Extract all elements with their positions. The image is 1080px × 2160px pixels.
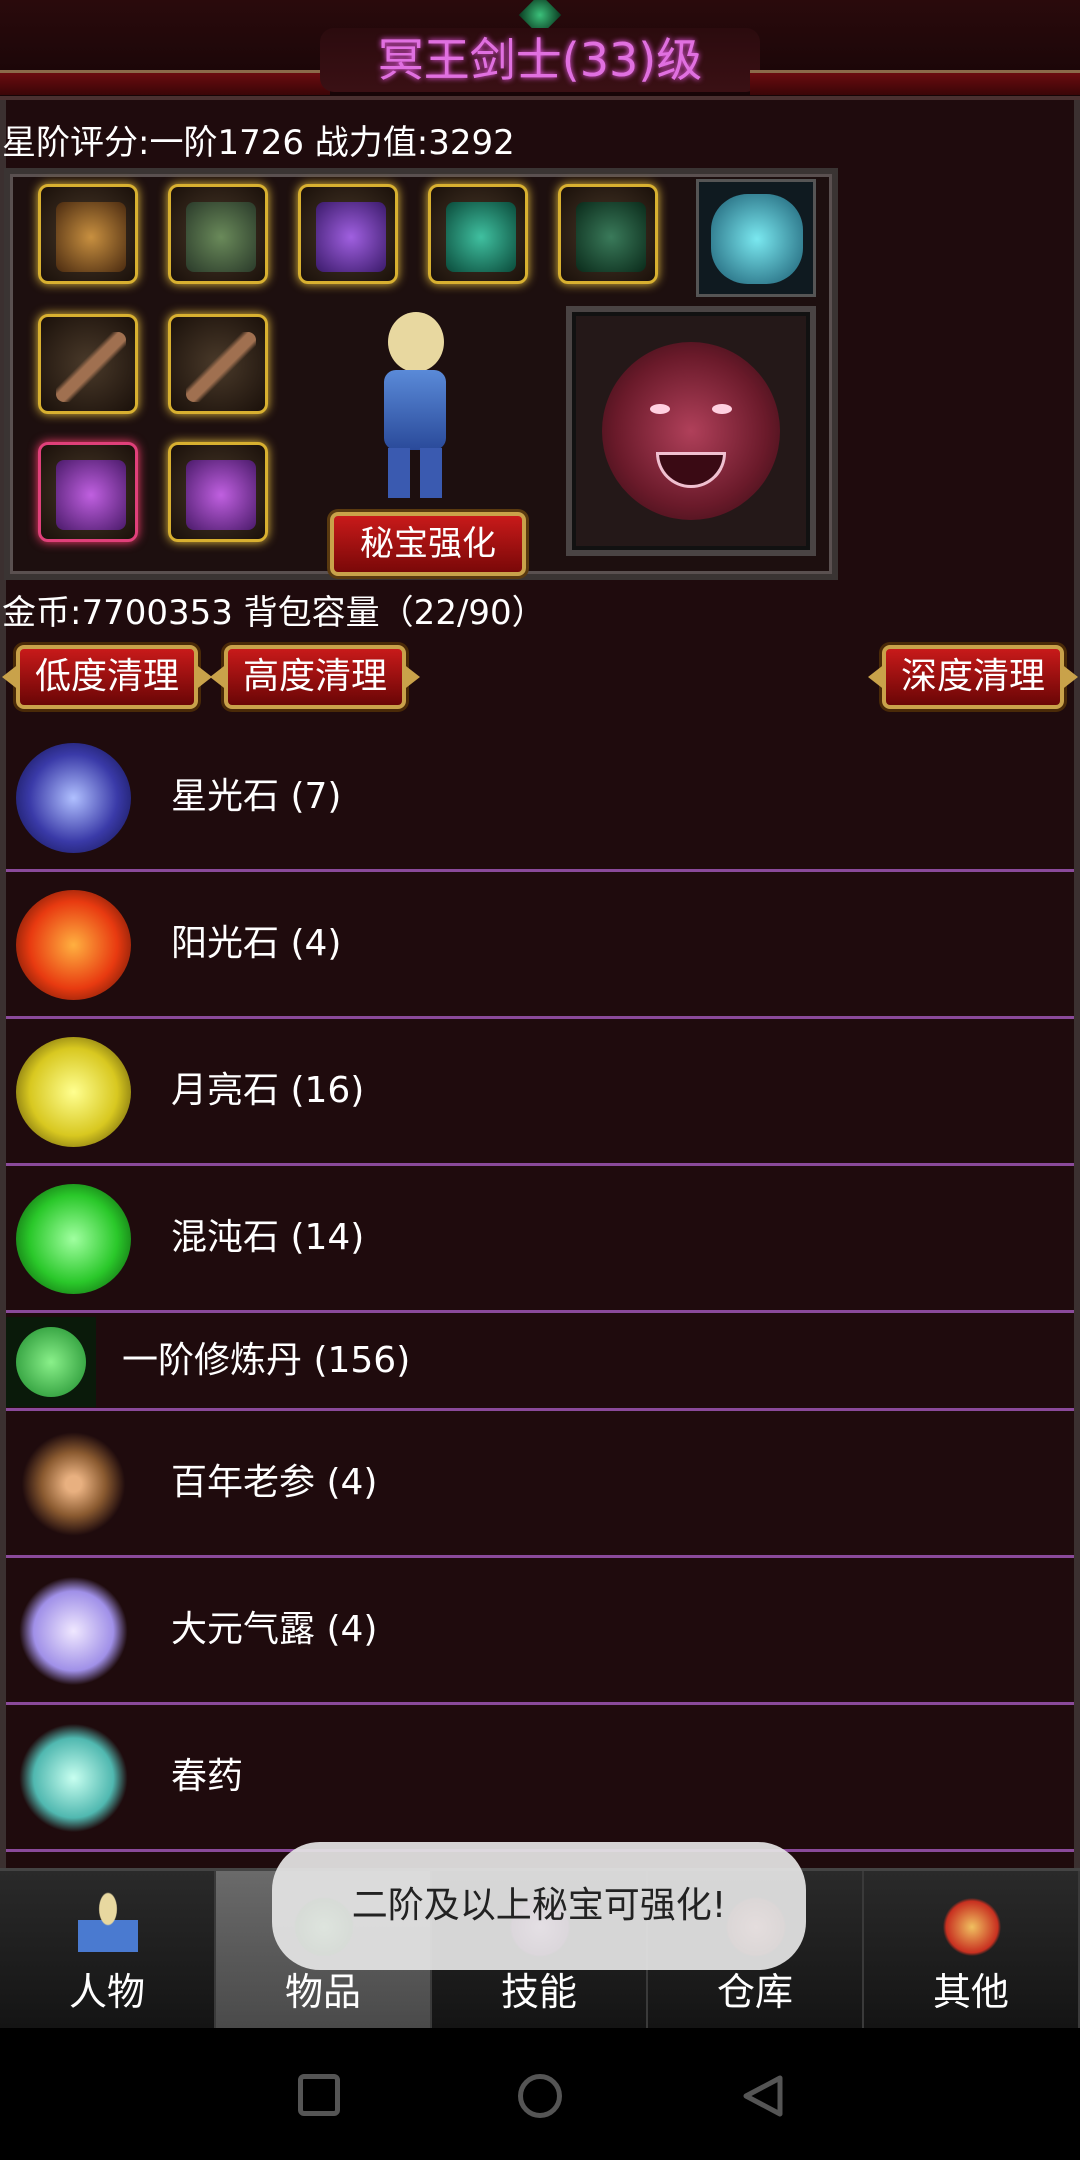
armor-icon xyxy=(186,202,256,272)
home-icon[interactable] xyxy=(518,2074,562,2118)
ginseng-icon xyxy=(16,1429,131,1539)
list-item[interactable]: 大元气露 (4) xyxy=(6,1558,1074,1705)
chaos-stone-icon xyxy=(16,1184,131,1294)
cultivation-pill-icon xyxy=(6,1317,96,1407)
treasure-enhance-button[interactable]: 秘宝强化 xyxy=(330,512,526,576)
sword-icon xyxy=(56,332,126,402)
list-item[interactable]: 百年老参 (4) xyxy=(6,1411,1074,1558)
armor-slot[interactable] xyxy=(168,184,268,284)
tiger-emblem-icon xyxy=(602,342,780,520)
list-item[interactable]: 一阶修炼丹 (156) xyxy=(6,1313,1074,1411)
moon-stone-icon xyxy=(16,1037,131,1147)
starlight-stone-icon xyxy=(16,743,131,853)
list-item[interactable]: 春药 xyxy=(6,1705,1074,1852)
tiger-eye xyxy=(650,404,670,414)
character-tab-icon xyxy=(78,1891,138,1963)
item-label: 混沌石 (14) xyxy=(171,1217,365,1258)
list-item[interactable]: 月亮石 (16) xyxy=(6,1019,1074,1166)
back-icon[interactable] xyxy=(742,2074,784,2118)
tab-other[interactable]: 其他 xyxy=(864,1871,1080,2028)
title-bar: 冥王剑士(33)级 xyxy=(0,0,1080,100)
boots-slot[interactable] xyxy=(558,184,658,284)
amulet-slot[interactable] xyxy=(298,184,398,284)
star-rating-text: 星阶评分:一阶1726 战力值:3292 xyxy=(2,123,515,163)
item-list: 星光石 (7) 阳光石 (4) 月亮石 (16) 混沌石 (14) 一阶修炼丹 … xyxy=(6,725,1074,1868)
weapon-slot-2[interactable] xyxy=(168,314,268,414)
list-item[interactable]: 混沌石 (14) xyxy=(6,1166,1074,1313)
tab-label: 技能 xyxy=(500,1970,577,2014)
toast-message: 二阶及以上秘宝可强化! xyxy=(272,1842,806,1970)
list-item[interactable]: 星光石 (7) xyxy=(6,725,1074,872)
sunlight-stone-icon xyxy=(16,890,131,1000)
low-clean-button[interactable]: 低度清理 xyxy=(16,645,198,709)
cape-slot[interactable] xyxy=(428,184,528,284)
tab-label: 仓库 xyxy=(716,1970,793,2014)
avatar-leg xyxy=(388,448,410,498)
tiger-emblem-frame xyxy=(566,306,816,556)
item-label: 百年老参 (4) xyxy=(171,1462,378,1503)
recent-apps-icon[interactable] xyxy=(298,2074,340,2116)
page-title: 冥王剑士(33)级 xyxy=(320,28,760,92)
system-navigation-bar xyxy=(0,2028,1080,2160)
other-tab-icon xyxy=(942,1891,1002,1963)
tiger-eye xyxy=(712,404,732,414)
item-label: 月亮石 (16) xyxy=(171,1070,365,1111)
gold-capacity-text: 金币:7700353 背包容量（22/90） xyxy=(2,593,546,633)
weapon-slot-1[interactable] xyxy=(38,314,138,414)
cape-icon xyxy=(446,202,516,272)
helmet-slot[interactable] xyxy=(38,184,138,284)
high-clean-button[interactable]: 高度清理 xyxy=(224,645,406,709)
tiger-mouth xyxy=(656,452,726,488)
boots-icon xyxy=(576,202,646,272)
item-label: 星光石 (7) xyxy=(171,776,342,817)
item-label: 大元气露 (4) xyxy=(171,1609,378,1650)
avatar-leg xyxy=(420,448,442,498)
crown-treasure-icon xyxy=(186,460,256,530)
tab-label: 其他 xyxy=(932,1970,1009,2014)
mount-slot[interactable] xyxy=(696,179,816,297)
crown-treasure-icon xyxy=(56,460,126,530)
character-avatar xyxy=(370,312,460,512)
tab-label: 人物 xyxy=(68,1970,145,2014)
amulet-icon xyxy=(316,202,386,272)
elixir-bottle-icon xyxy=(16,1576,131,1686)
treasure-slot-2[interactable] xyxy=(168,442,268,542)
tab-character[interactable]: 人物 xyxy=(0,1871,216,2028)
deep-clean-button[interactable]: 深度清理 xyxy=(882,645,1064,709)
avatar-head xyxy=(388,312,444,372)
item-label: 一阶修炼丹 (156) xyxy=(122,1340,411,1381)
avatar-body xyxy=(384,370,446,450)
list-item[interactable]: 阳光石 (4) xyxy=(6,872,1074,1019)
sword-icon xyxy=(186,332,256,402)
tab-label: 物品 xyxy=(284,1970,361,2014)
mount-icon xyxy=(711,194,803,284)
helmet-icon xyxy=(56,202,126,272)
treasure-slot-1[interactable] xyxy=(38,442,138,542)
item-label: 阳光石 (4) xyxy=(171,923,342,964)
equipment-panel: 秘宝强化 xyxy=(4,168,838,580)
item-label: 春药 xyxy=(171,1756,244,1797)
potion-flask-icon xyxy=(16,1723,131,1833)
